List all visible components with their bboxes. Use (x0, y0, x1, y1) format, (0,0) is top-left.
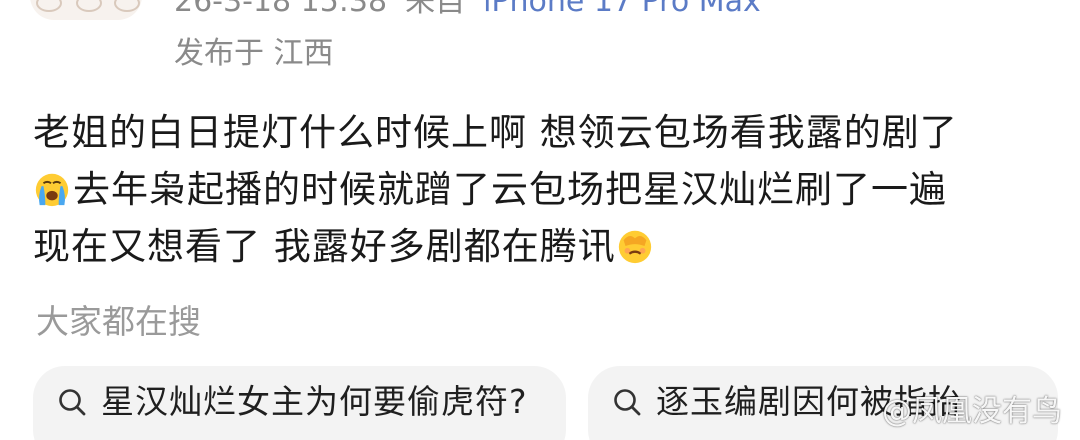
avatar-decoration (114, 0, 140, 12)
weibo-post-screenshot: 26-3-18 15:38 来自 iPhone 17 Pro Max 发布于 江西 … (0, 0, 1080, 440)
search-icon (614, 389, 641, 416)
post-source-label: 来自 (405, 0, 466, 19)
post-body-line: 去年枭起播的时候就蹭了云包场把星汉灿烂刷了一遍 (33, 161, 1053, 218)
search-suggestion-text: 星汉灿烂女主为何要偷虎符? (101, 382, 528, 421)
post-device-link[interactable]: iPhone 17 Pro Max (483, 0, 761, 19)
avatar[interactable] (30, 0, 142, 20)
post-timestamp: 26-3-18 15:38 (174, 0, 388, 19)
crying-face-emoji (35, 173, 69, 207)
avatar-decoration (36, 0, 62, 12)
post-body-line: 现在又想看了 我露好多剧都在腾讯 (33, 218, 1053, 275)
post-body: 老姐的白日提灯什么时候上啊 想领云包场看我露的剧了 去年枭起播的时候就蹭了云包场… (33, 104, 1053, 275)
hand-over-face-emoji (618, 230, 651, 264)
search-suggestion-chip[interactable]: 星汉灿烂女主为何要偷虎符? (33, 366, 566, 440)
post-body-line-text: 现在又想看了 我露好多剧都在腾讯 (33, 225, 616, 268)
trending-search-title: 大家都在搜 (36, 302, 201, 341)
post-meta: 26-3-18 15:38 来自 iPhone 17 Pro Max (174, 0, 761, 20)
post-location: 发布于 江西 (174, 36, 334, 71)
search-icon (59, 389, 86, 416)
post-body-line: 老姐的白日提灯什么时候上啊 想领云包场看我露的剧了 (33, 111, 958, 154)
avatar-decoration (76, 0, 102, 12)
watermark: @凤凰没有鸟 (882, 394, 1062, 429)
post-body-line-text: 去年枭起播的时候就蹭了云包场把星汉灿烂刷了一遍 (73, 168, 947, 211)
